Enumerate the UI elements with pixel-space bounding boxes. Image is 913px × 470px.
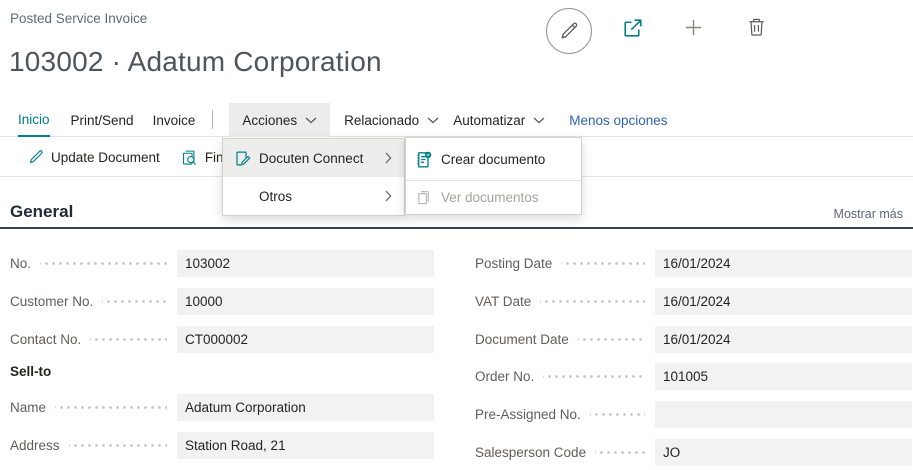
dotted-leader [90, 326, 167, 353]
pencil-icon [28, 149, 44, 165]
menu-item-otros[interactable]: Otros [223, 177, 404, 215]
tab-inicio[interactable]: Inicio [18, 103, 50, 137]
chevron-down-icon [305, 117, 317, 124]
edit-button[interactable] [546, 8, 592, 54]
menu-item-docuten-connect[interactable]: Docuten Connect [223, 139, 404, 177]
field-order-no: Order No. 101005 [475, 363, 912, 390]
delete-button[interactable] [745, 15, 768, 39]
field-label: No. [10, 256, 32, 271]
chevron-down-icon [427, 117, 439, 124]
pencil-icon [559, 21, 579, 41]
field-address: Address Station Road, 21 [10, 432, 434, 459]
field-value[interactable]: 10000 [177, 288, 434, 315]
sell-to-group-label: Sell-to [10, 364, 52, 379]
section-divider [0, 227, 913, 229]
field-label: Posting Date [475, 256, 553, 271]
dotted-leader [595, 439, 645, 466]
field-document-date: Document Date 16/01/2024 [475, 326, 912, 353]
plus-icon [682, 16, 705, 39]
dotted-leader [55, 394, 167, 421]
dotted-leader [40, 250, 167, 277]
tab-automatizar[interactable]: Automatizar [453, 103, 545, 137]
field-label: Pre-Assigned No. [475, 407, 581, 422]
tab-separator [212, 110, 214, 129]
tab-label: Automatizar [453, 112, 526, 128]
field-no: No. 103002 [10, 250, 434, 277]
edit-document-icon [234, 150, 251, 167]
field-value[interactable]: 16/01/2024 [655, 326, 912, 353]
tab-label: Menos opciones [569, 112, 668, 128]
create-document-icon [414, 150, 433, 169]
tab-label: Acciones [242, 112, 298, 128]
tab-label: Invoice [152, 112, 196, 128]
update-document-label: Update Document [51, 149, 160, 165]
field-label: Address [10, 438, 60, 453]
tab-relacionado[interactable]: Relacionado [344, 103, 439, 137]
chevron-right-icon [385, 152, 392, 164]
documents-icon [414, 189, 433, 206]
share-button[interactable] [620, 16, 645, 41]
docuten-connect-submenu: Crear documento Ver documentos [405, 137, 582, 215]
tab-label: Inicio [18, 111, 50, 127]
show-more-link[interactable]: Mostrar más [834, 207, 903, 221]
trash-icon [745, 15, 768, 39]
field-label: Contact No. [10, 332, 82, 347]
field-value[interactable]: 16/01/2024 [655, 288, 912, 315]
general-section-heading: General [10, 202, 74, 221]
field-label: Customer No. [10, 294, 94, 309]
field-value[interactable]: 16/01/2024 [655, 250, 912, 277]
share-icon [620, 16, 645, 41]
dotted-leader [561, 250, 645, 277]
tab-label: Relacionado [344, 112, 420, 128]
field-value[interactable]: CT000002 [177, 326, 434, 353]
find-entries-icon [181, 149, 198, 166]
menu-item-label: Docuten Connect [259, 150, 364, 166]
field-name: Name Adatum Corporation [10, 394, 434, 421]
new-button[interactable] [682, 16, 705, 39]
field-vat-date: VAT Date 16/01/2024 [475, 288, 912, 315]
field-salesperson-code: Salesperson Code JO [475, 439, 912, 466]
field-customer-no: Customer No. 10000 [10, 288, 434, 315]
menu-item-label: Ver documentos [441, 190, 539, 205]
field-label: Salesperson Code [475, 445, 587, 460]
find-entries-button[interactable]: Fin [181, 149, 224, 166]
page-caption: Posted Service Invoice [10, 11, 148, 26]
field-value[interactable]: 103002 [177, 250, 434, 277]
tab-print-send[interactable]: Print/Send [71, 103, 134, 137]
tab-acciones[interactable]: Acciones [229, 103, 331, 137]
field-label: Order No. [475, 369, 535, 384]
dotted-leader [589, 401, 645, 428]
chevron-down-icon [533, 117, 545, 124]
menu-item-crear-documento[interactable]: Crear documento [406, 138, 581, 180]
chevron-right-icon [385, 190, 392, 202]
field-contact-no: Contact No. CT000002 [10, 326, 434, 353]
field-value[interactable]: Station Road, 21 [177, 432, 434, 459]
tab-label: Print/Send [70, 112, 134, 128]
tab-invoice[interactable]: Invoice [153, 103, 196, 137]
update-document-button[interactable]: Update Document [28, 149, 160, 165]
field-value[interactable] [655, 401, 912, 428]
dotted-leader [68, 432, 167, 459]
dotted-leader [102, 288, 167, 315]
menu-item-ver-documentos: Ver documentos [406, 181, 581, 214]
dotted-leader [540, 288, 645, 315]
field-value[interactable]: JO [655, 439, 912, 466]
find-entries-label: Fin [204, 149, 224, 165]
field-pre-assigned-no: Pre-Assigned No. [475, 401, 912, 428]
field-label: Name [10, 400, 47, 415]
field-label: VAT Date [475, 294, 532, 309]
field-value[interactable]: Adatum Corporation [177, 394, 434, 421]
menu-item-label: Otros [259, 188, 293, 204]
ribbon-tab-bar: Inicio Print/Send Invoice Acciones Relac… [0, 103, 913, 137]
menu-item-label: Crear documento [441, 151, 546, 167]
dotted-leader [577, 326, 645, 353]
acciones-dropdown-menu: Docuten Connect Otros [222, 138, 405, 216]
menos-opciones-link[interactable]: Menos opciones [569, 103, 667, 137]
dotted-leader [543, 363, 645, 390]
page-title: 103002 · Adatum Corporation [9, 46, 382, 77]
field-label: Document Date [475, 332, 569, 347]
field-value[interactable]: 101005 [655, 363, 912, 390]
field-posting-date: Posting Date 16/01/2024 [475, 250, 912, 277]
